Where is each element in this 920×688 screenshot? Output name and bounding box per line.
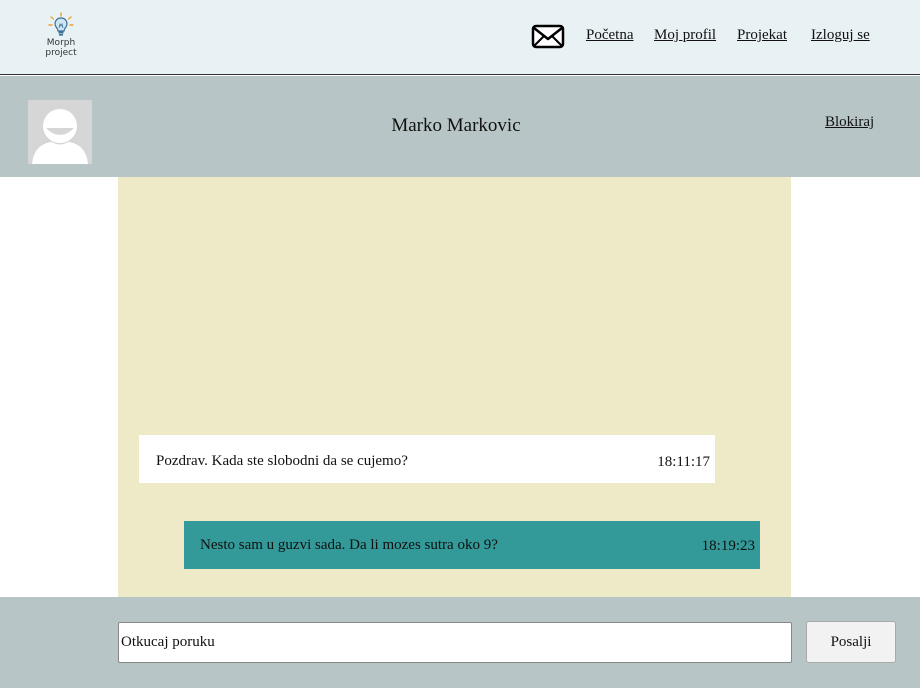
logo-text-line1: Morph — [46, 38, 76, 48]
message-incoming: Pozdrav. Kada ste slobodni da se cujemo?… — [139, 435, 715, 483]
message-timestamp: 18:19:23 — [701, 538, 755, 554]
top-navigation-bar: Morph project Početna Moj profil Projeka… — [0, 0, 920, 75]
chat-contact-name: Marko Markovic — [391, 115, 521, 136]
message-outgoing: Nesto sam u guzvi sada. Da li mozes sutr… — [184, 521, 760, 569]
send-button[interactable]: Posalji — [806, 621, 896, 663]
message-timestamp: 18:11:17 — [657, 454, 710, 470]
envelope-icon[interactable] — [531, 24, 565, 50]
nav-link-my-profile[interactable]: Moj profil — [654, 27, 716, 44]
message-text: Nesto sam u guzvi sada. Da li mozes sutr… — [200, 537, 498, 553]
message-input[interactable] — [118, 622, 792, 663]
logo-text-line2: project — [45, 48, 77, 58]
message-composer: Posalji — [0, 597, 920, 688]
nav-link-project[interactable]: Projekat — [737, 27, 787, 44]
chat-header: Marko Markovic Blokiraj — [0, 76, 920, 177]
nav-link-logout[interactable]: Izloguj se — [811, 27, 870, 44]
message-text: Pozdrav. Kada ste slobodni da se cujemo? — [156, 453, 408, 469]
block-user-link[interactable]: Blokiraj — [825, 114, 874, 131]
lightbulb-icon — [48, 12, 74, 36]
nav-link-home[interactable]: Početna — [586, 27, 633, 44]
message-list[interactable]: Pozdrav. Kada ste slobodni da se cujemo?… — [118, 177, 791, 597]
morph-project-logo[interactable]: Morph project — [40, 12, 82, 64]
